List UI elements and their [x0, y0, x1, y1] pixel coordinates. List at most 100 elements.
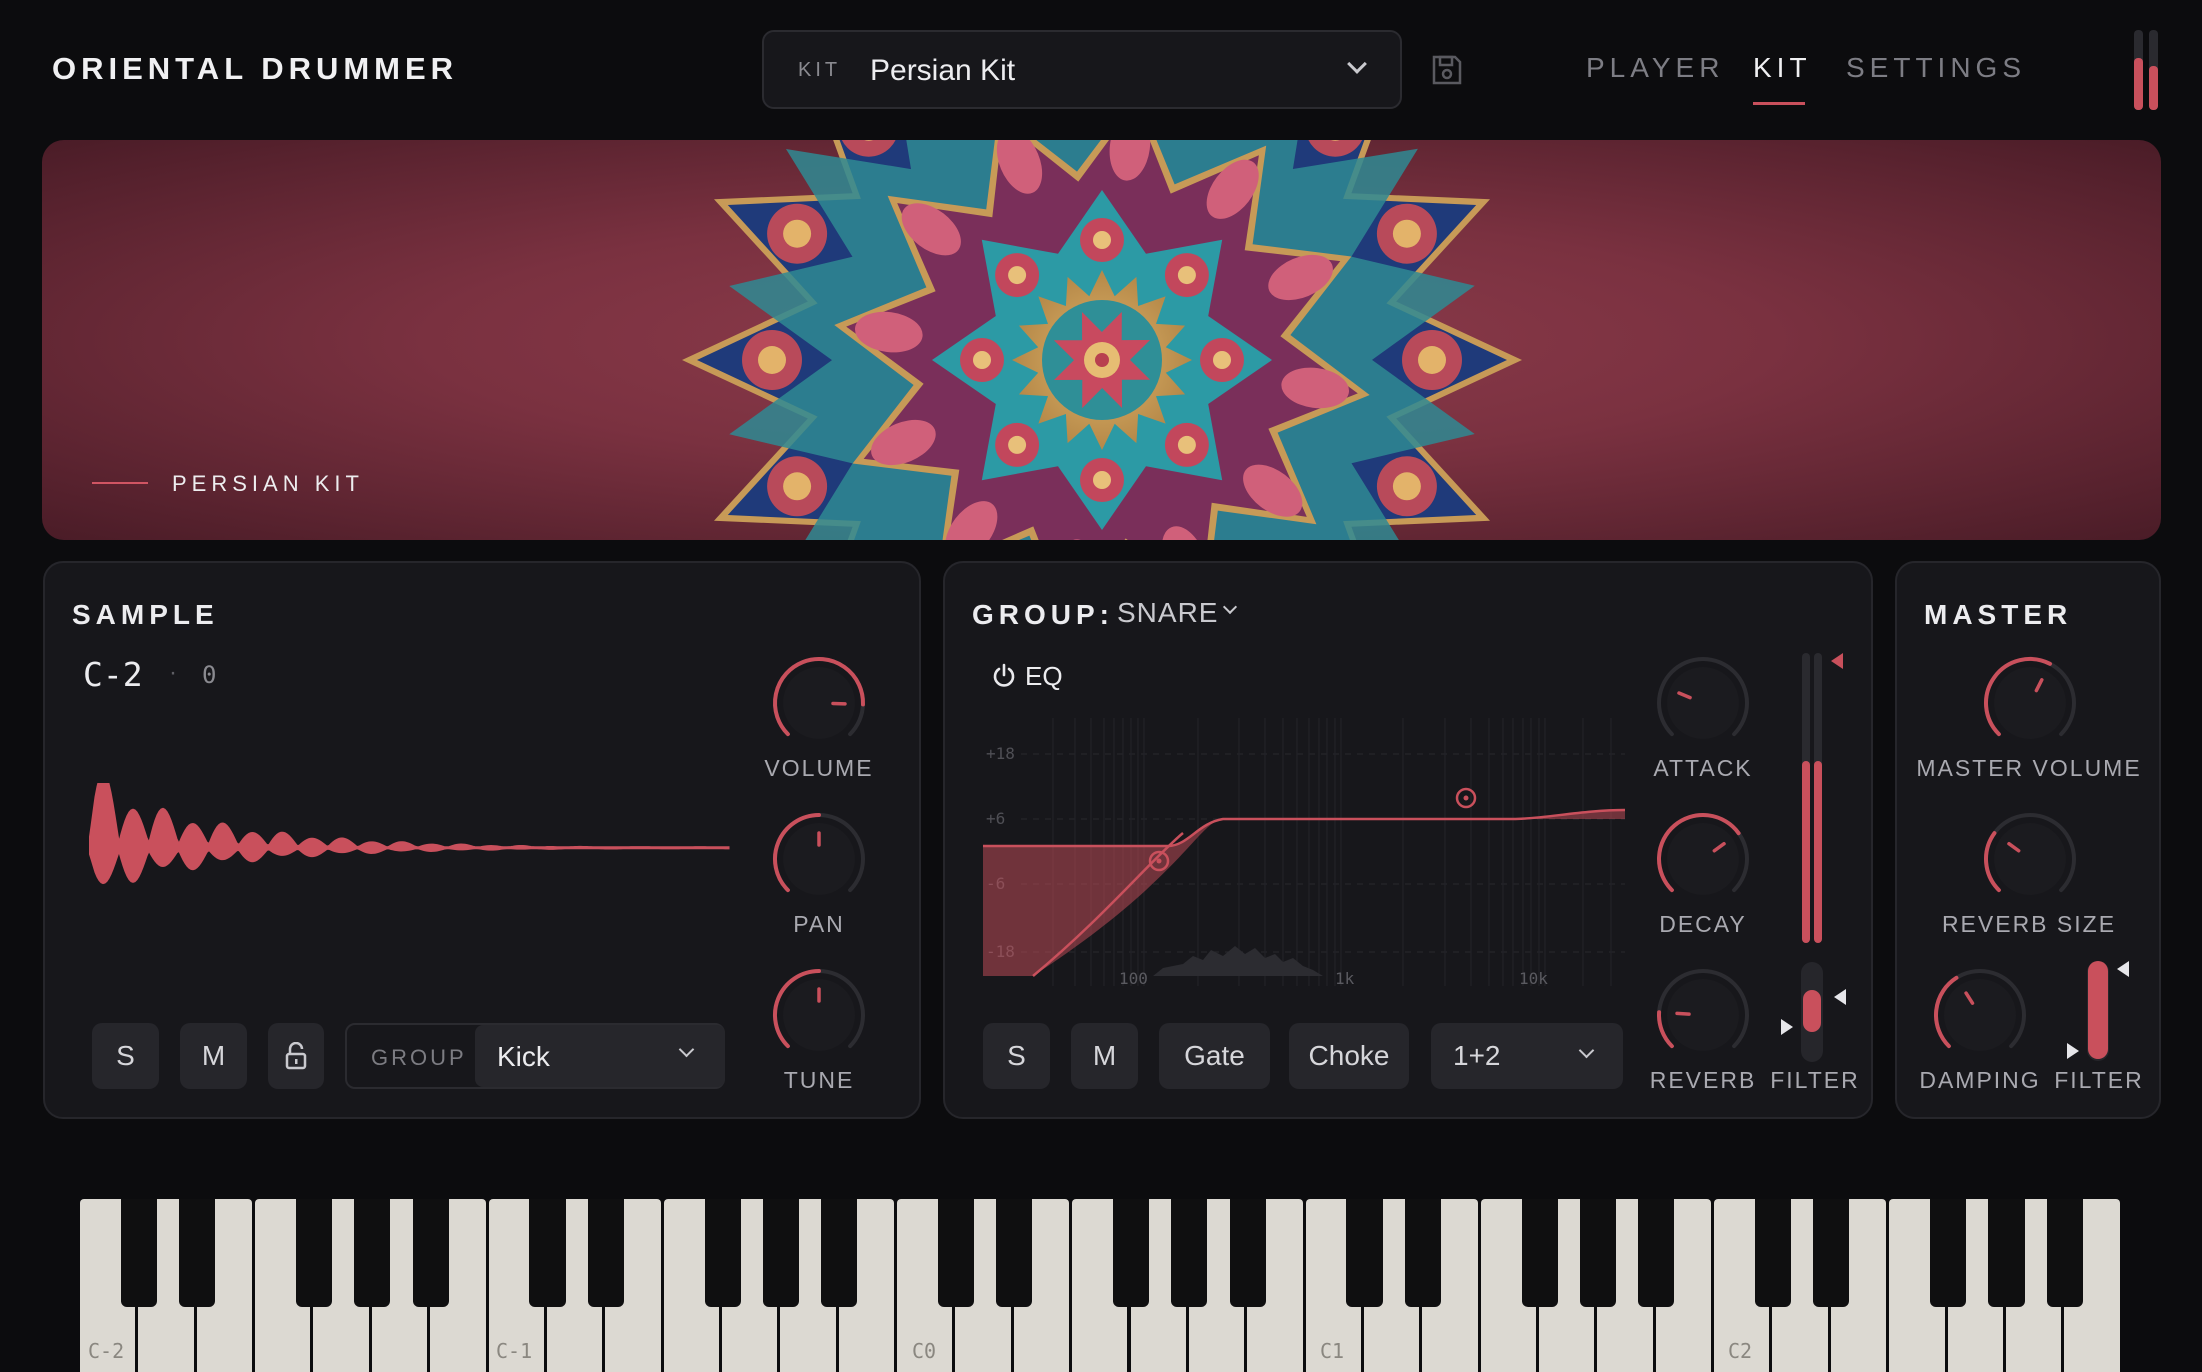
piano-black-key[interactable]: [762, 1199, 799, 1307]
chevron-down-icon: [678, 1041, 695, 1058]
sample-group-dropdown[interactable]: Kick: [475, 1025, 725, 1087]
octave-label: C-1: [496, 1339, 533, 1363]
piano-black-key[interactable]: [2046, 1199, 2083, 1307]
master-volume-label: MASTER VOLUME: [1916, 755, 2142, 781]
piano-black-key[interactable]: [1113, 1199, 1150, 1307]
master-filter-label: FILTER: [2054, 1067, 2144, 1093]
attack-knob[interactable]: [1655, 655, 1751, 751]
group-selector[interactable]: SNARE: [1117, 597, 1257, 633]
group-title: GROUP:: [972, 599, 1114, 630]
piano-black-key[interactable]: [587, 1199, 624, 1307]
tune-label: TUNE: [783, 1067, 855, 1093]
piano-black-key[interactable]: [1754, 1199, 1792, 1307]
group-filter-label: FILTER: [1770, 1067, 1860, 1093]
reverb-size-knob[interactable]: [1982, 811, 2078, 907]
tab-settings[interactable]: SETTINGS: [1846, 52, 2026, 84]
octave-label: C2: [1728, 1339, 1753, 1363]
eq-freq-label: 100: [1119, 969, 1148, 986]
power-icon: [993, 663, 1015, 687]
reverb-knob[interactable]: [1655, 967, 1751, 1063]
eq-curve-fill: [983, 810, 1625, 976]
tab-kit-underline: [1753, 102, 1805, 105]
master-filter-slider[interactable]: [2087, 961, 2109, 1061]
banner-caption-line: [92, 482, 148, 484]
piano-black-key[interactable]: [1346, 1199, 1383, 1307]
eq-toggle[interactable]: EQ: [991, 659, 1081, 695]
eq-band-handle[interactable]: [1455, 787, 1477, 809]
output-value: 1+2: [1453, 1040, 1501, 1071]
sample-title: SAMPLE: [72, 599, 219, 630]
kit-selector-label: KIT: [798, 59, 842, 81]
damping-label: DAMPING: [1919, 1067, 2041, 1093]
save-icon[interactable]: [1430, 53, 1464, 87]
master-title: MASTER: [1924, 599, 2073, 630]
piano-black-key[interactable]: [1988, 1199, 2025, 1307]
pan-knob[interactable]: [771, 811, 867, 907]
tab-player[interactable]: PLAYER: [1586, 52, 1724, 84]
piano-black-key[interactable]: [354, 1199, 391, 1307]
filter-marker-right: [1834, 989, 1846, 1005]
eq-graph[interactable]: +18 +6 -6 -18 100 1k 10k: [983, 718, 1625, 986]
piano-black-key[interactable]: [1229, 1199, 1266, 1307]
octave-label: C1: [1320, 1339, 1345, 1363]
piano-black-key[interactable]: [996, 1199, 1033, 1307]
banner-caption: PERSIAN KIT: [172, 471, 364, 496]
chevron-down-icon: [1347, 54, 1367, 74]
piano-black-key[interactable]: [1638, 1199, 1675, 1307]
eq-db-label: +18: [986, 744, 1015, 763]
piano-black-key[interactable]: [1404, 1199, 1441, 1307]
gate-button[interactable]: Gate: [1159, 1023, 1270, 1089]
group-filter-slider[interactable]: [1801, 962, 1823, 1062]
filter-marker-left: [1781, 1019, 1793, 1035]
piano-black-key[interactable]: [179, 1199, 216, 1307]
lock-icon[interactable]: [268, 1023, 324, 1089]
group-panel: GROUP: SNARE EQ +18 +6 -6 -18 100 1k 10k…: [943, 561, 1873, 1119]
group-filter-thumb[interactable]: [1803, 990, 1821, 1032]
damping-knob[interactable]: [1932, 967, 2028, 1063]
decay-knob[interactable]: [1655, 811, 1751, 907]
group-level-meter: [1802, 653, 1826, 943]
piano-black-key[interactable]: [120, 1199, 158, 1307]
volume-knob[interactable]: [771, 655, 867, 751]
reverb-size-label: REVERB SIZE: [1941, 911, 2117, 937]
piano-black-key[interactable]: [412, 1199, 449, 1307]
master-filter-thumb[interactable]: [2088, 961, 2108, 1059]
piano-black-key[interactable]: [1171, 1199, 1208, 1307]
piano-black-key[interactable]: [295, 1199, 333, 1307]
tune-knob[interactable]: [771, 967, 867, 1063]
sample-solo-button[interactable]: S: [92, 1023, 159, 1089]
octave-label: C-2: [88, 1339, 125, 1363]
eq-freq-label: 1k: [1335, 969, 1355, 986]
sample-mute-button[interactable]: M: [180, 1023, 247, 1089]
piano-keyboard[interactable]: C-2 C-1 C0 C1 C2: [80, 1199, 2123, 1372]
tab-kit[interactable]: KIT: [1753, 52, 1812, 84]
sample-separator: ·: [169, 659, 177, 686]
piano-black-key[interactable]: [529, 1199, 566, 1307]
kit-selector-value: Persian Kit: [870, 54, 1016, 87]
eq-label: EQ: [1025, 661, 1063, 691]
piano-black-key[interactable]: [1813, 1199, 1850, 1307]
master-volume-knob[interactable]: [1982, 655, 2078, 751]
piano-black-key[interactable]: [704, 1199, 741, 1307]
app-title: ORIENTAL DRUMMER: [52, 51, 459, 86]
sample-panel: SAMPLE C-2 · 0 S M GROUP Kick VOLUME PAN…: [43, 561, 921, 1119]
piano-black-key[interactable]: [1930, 1199, 1967, 1307]
group-value: SNARE: [1117, 597, 1219, 628]
sample-group-selector[interactable]: GROUP Kick: [345, 1023, 725, 1089]
chevron-down-icon: [1578, 1042, 1595, 1059]
piano-black-key[interactable]: [1521, 1199, 1558, 1307]
choke-button[interactable]: Choke: [1289, 1023, 1409, 1089]
reverb-label: REVERB: [1649, 1067, 1757, 1093]
kit-selector[interactable]: KIT Persian Kit: [762, 30, 1402, 109]
group-mute-button[interactable]: M: [1071, 1023, 1138, 1089]
master-panel: MASTER MASTER VOLUME REVERB SIZE DAMPING…: [1895, 561, 2161, 1119]
sample-velocity: 0: [202, 661, 217, 689]
group-solo-button[interactable]: S: [983, 1023, 1050, 1089]
piano-black-key[interactable]: [937, 1199, 975, 1307]
piano-black-key[interactable]: [821, 1199, 858, 1307]
level-meter-icon: [2134, 30, 2162, 110]
sample-waveform: [89, 783, 730, 885]
attack-label: ATTACK: [1653, 755, 1753, 781]
output-selector[interactable]: 1+2: [1431, 1023, 1623, 1089]
piano-black-key[interactable]: [1579, 1199, 1617, 1307]
